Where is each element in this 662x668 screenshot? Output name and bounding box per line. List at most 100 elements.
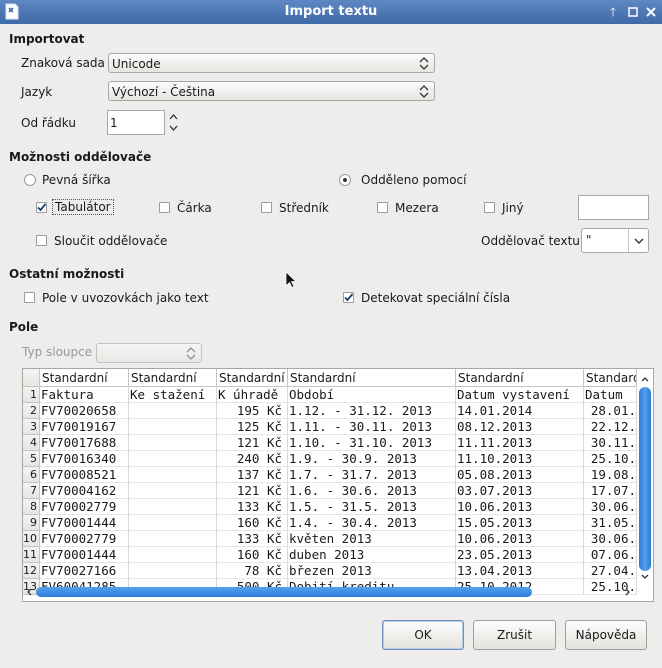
help-button[interactable]: Nápověda	[565, 620, 647, 650]
table-cell: 07.06.	[584, 547, 637, 563]
row-number: 5	[23, 451, 40, 467]
table-cell	[129, 547, 217, 563]
other-options-heading: Ostatní možnosti	[9, 267, 125, 281]
table-cell	[129, 515, 217, 531]
column-header[interactable]: Standardní	[40, 369, 129, 387]
horizontal-scrollbar[interactable]	[23, 584, 637, 600]
from-row-spinner[interactable]	[166, 110, 181, 135]
table-cell: Faktura	[40, 387, 129, 403]
table-cell: FV70027166	[40, 563, 129, 579]
table-cell: 1.11. - 30.11. 2013	[288, 419, 456, 435]
table-cell: 1.10. - 31.10. 2013	[288, 435, 456, 451]
table-cell: 08.12.2013	[456, 419, 584, 435]
scroll-up-icon[interactable]	[637, 373, 653, 385]
text-delimiter-value: "	[586, 233, 592, 247]
row-number: 12	[23, 563, 40, 579]
semicolon-checkbox[interactable]	[261, 202, 272, 213]
table-cell: 121 Kč	[217, 483, 288, 499]
ok-button[interactable]: OK	[382, 620, 464, 650]
row-number: 6	[23, 467, 40, 483]
table-cell: Datum vystavení	[456, 387, 584, 403]
title-bar: Import textu 🡑	[0, 0, 662, 24]
table-cell: 195 Kč	[217, 403, 288, 419]
table-cell: 05.08.2013	[456, 467, 584, 483]
charset-value: Unicode	[112, 57, 161, 71]
detect-numbers-checkbox[interactable]	[343, 292, 354, 303]
table-cell: 10.06.2013	[456, 531, 584, 547]
text-delimiter-combo[interactable]: "	[581, 228, 649, 253]
separated-by-radio[interactable]	[339, 174, 351, 186]
table-cell: 28.01.	[584, 403, 637, 419]
column-header[interactable]: Standardní	[129, 369, 217, 387]
table-cell: 13.04.2013	[456, 563, 584, 579]
other-checkbox[interactable]	[484, 202, 495, 213]
fixed-width-radio[interactable]	[24, 174, 36, 186]
table-cell: 31.05.	[584, 515, 637, 531]
table-cell: 30.06.	[584, 531, 637, 547]
table-cell: 1.9. - 30.9. 2013	[288, 451, 456, 467]
table-cell	[129, 483, 217, 499]
merge-checkbox[interactable]	[36, 235, 47, 246]
table-cell: 1.6. - 30.6. 2013	[288, 483, 456, 499]
table-cell: 11.10.2013	[456, 451, 584, 467]
table-cell: 133 Kč	[217, 531, 288, 547]
scroll-down-icon[interactable]	[637, 571, 653, 583]
from-row-input[interactable]: 1	[107, 110, 165, 135]
from-row-label: Od řádku	[21, 116, 76, 130]
vertical-scroll-thumb[interactable]	[639, 387, 651, 571]
table-cell: 1.7. - 31.7. 2013	[288, 467, 456, 483]
column-header[interactable]: Standardní	[288, 369, 456, 387]
table-cell	[129, 467, 217, 483]
horizontal-scroll-thumb[interactable]	[36, 587, 532, 597]
column-header[interactable]: Standardní	[456, 369, 584, 387]
charset-label: Znaková sada	[21, 56, 105, 70]
preview-grid[interactable]: Standardní Standardní Standardní Standar…	[22, 368, 654, 602]
table-cell: 160 Kč	[217, 515, 288, 531]
text-delimiter-label: Oddělovač textu	[481, 234, 580, 248]
space-checkbox[interactable]	[377, 202, 388, 213]
column-type-combo[interactable]	[96, 343, 202, 363]
language-combo[interactable]: Výchozí - Čeština	[108, 81, 435, 101]
from-row-value: 1	[110, 116, 118, 130]
table-cell: 137 Kč	[217, 467, 288, 483]
table-cell: K úhradě	[217, 387, 288, 403]
table-cell: březen 2013	[288, 563, 456, 579]
space-label: Mezera	[395, 201, 439, 215]
other-input[interactable]	[578, 195, 649, 220]
table-cell: FV70020658	[40, 403, 129, 419]
fields-heading: Pole	[9, 320, 39, 334]
comma-checkbox[interactable]	[159, 202, 170, 213]
table-cell: 15.05.2013	[456, 515, 584, 531]
separator-heading: Možnosti oddělovače	[9, 150, 152, 164]
scroll-right-icon[interactable]	[622, 584, 634, 600]
scroll-left-icon[interactable]	[23, 584, 35, 600]
table-cell: FV70001444	[40, 515, 129, 531]
column-header[interactable]: Standardní	[584, 369, 637, 387]
table-cell: Ke stažení	[129, 387, 217, 403]
cancel-button[interactable]: Zrušit	[473, 620, 556, 650]
table-cell	[129, 563, 217, 579]
table-cell: 121 Kč	[217, 435, 288, 451]
menu-arrow-icon[interactable]: 🡑	[605, 4, 621, 20]
charset-combo[interactable]: Unicode	[108, 53, 435, 73]
tab-checkbox[interactable]	[36, 202, 47, 213]
checkmark-icon	[37, 203, 47, 212]
table-cell: 30.11.	[584, 435, 637, 451]
maximize-icon[interactable]	[625, 4, 641, 20]
column-header[interactable]: Standardní	[217, 369, 288, 387]
table-cell: 14.01.2014	[456, 403, 584, 419]
table-cell	[129, 451, 217, 467]
table-cell: 27.04.	[584, 563, 637, 579]
table-cell: 1.5. - 31.5. 2013	[288, 499, 456, 515]
fixed-width-label: Pevná šířka	[42, 173, 111, 187]
table-cell: 25.10.	[584, 451, 637, 467]
row-number: 1	[23, 387, 40, 403]
table-cell: FV70002779	[40, 531, 129, 547]
vertical-scrollbar[interactable]	[637, 373, 653, 581]
quoted-as-text-checkbox[interactable]	[24, 292, 35, 303]
table-cell: 23.05.2013	[456, 547, 584, 563]
table-cell: 1.12. - 31.12. 2013	[288, 403, 456, 419]
close-icon[interactable]	[643, 4, 659, 20]
mouse-cursor-icon	[285, 271, 298, 292]
table-cell: FV70008521	[40, 467, 129, 483]
